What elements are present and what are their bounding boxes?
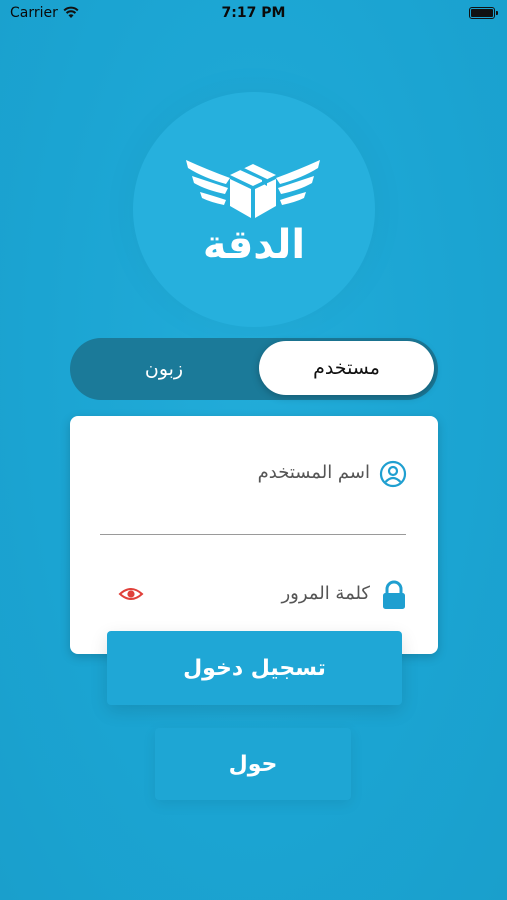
winged-box-logo-icon <box>186 160 320 218</box>
login-form-card: اسم المستخدم كلمة المرور <box>70 416 438 654</box>
battery-icon <box>469 7 498 19</box>
username-field[interactable]: اسم المستخدم <box>258 462 370 483</box>
show-password-eye-icon[interactable] <box>118 585 144 603</box>
about-button[interactable]: حول <box>155 728 351 800</box>
user-type-toggle[interactable]: زبون مستخدم <box>70 338 438 400</box>
password-field[interactable]: كلمة المرور <box>281 583 370 604</box>
app-screen: Carrier 7:17 PM الدقة زبون مستخدم اسم ال… <box>0 0 507 900</box>
login-button[interactable]: تسجيل دخول <box>107 631 402 705</box>
status-bar: Carrier 7:17 PM <box>0 0 507 28</box>
segment-customer[interactable]: زبون <box>70 338 258 400</box>
segment-user[interactable]: مستخدم <box>259 341 434 395</box>
user-icon <box>379 460 407 488</box>
logo-wordmark: الدقة <box>202 222 306 268</box>
field-divider <box>100 534 406 535</box>
clock: 7:17 PM <box>221 5 286 21</box>
lock-icon <box>383 580 405 609</box>
